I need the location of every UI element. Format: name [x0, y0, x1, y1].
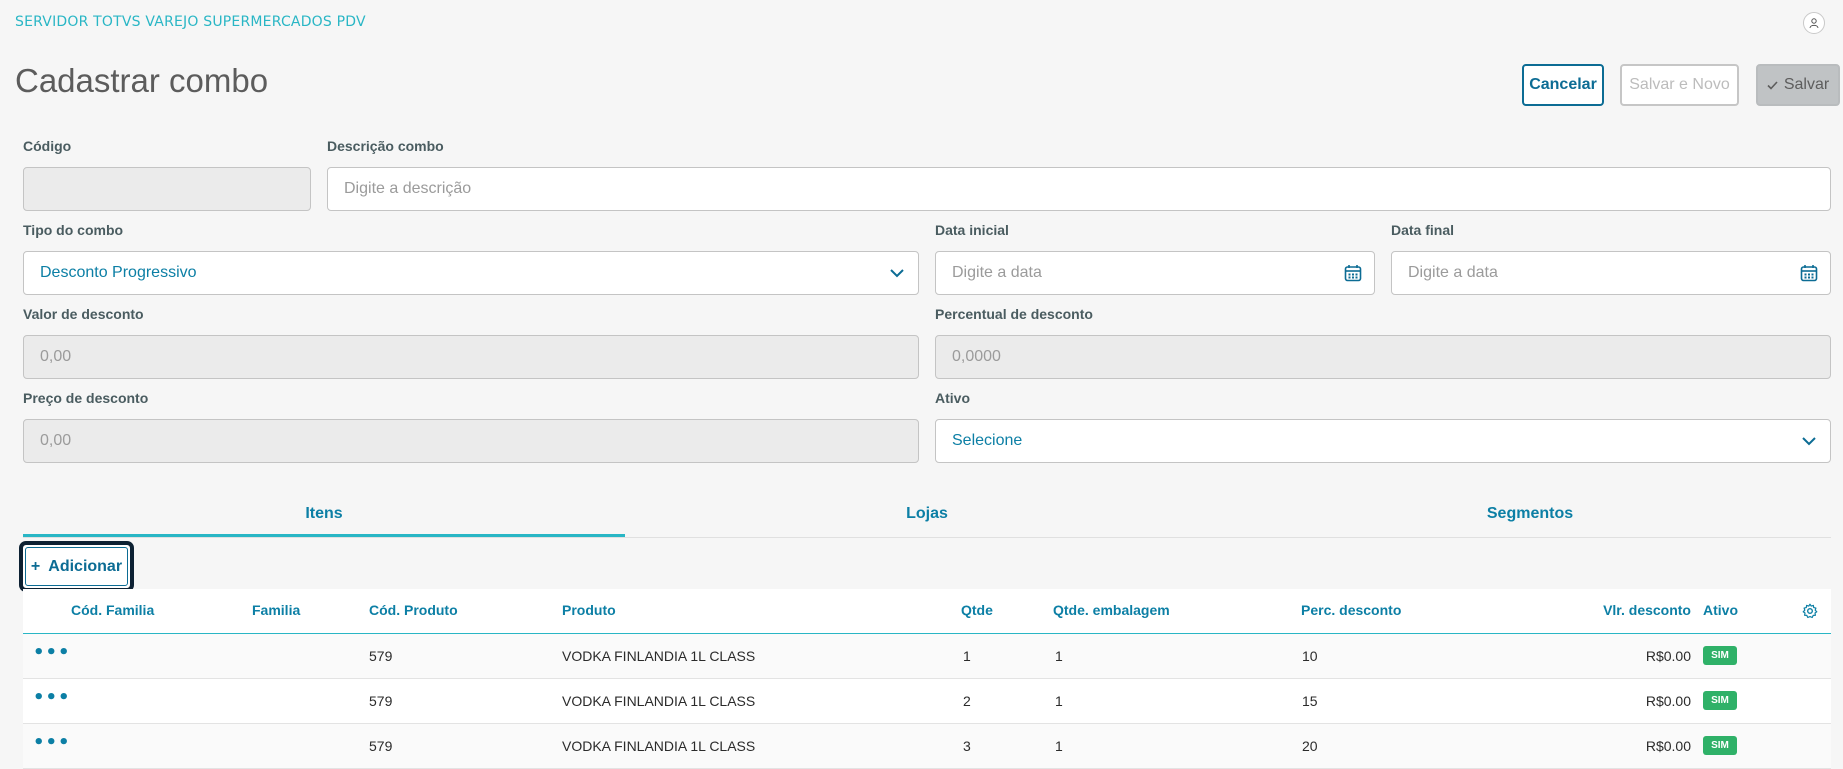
- codigo-field: [23, 167, 311, 211]
- ativo-select[interactable]: Selecione: [935, 419, 1831, 463]
- preco-desconto-field: 0,00: [23, 419, 919, 463]
- tipo-combo-label: Tipo do combo: [23, 222, 124, 238]
- tab-segmentos[interactable]: Segmentos: [1229, 499, 1831, 537]
- col-qtde-embalagem[interactable]: Qtde. embalagem: [1053, 602, 1170, 618]
- cell-vlr-desconto: R$0.00: [1645, 648, 1691, 664]
- percentual-desconto-value: 0,0000: [952, 348, 1001, 365]
- col-cod-produto[interactable]: Cód. Produto: [369, 602, 458, 618]
- page-title: Cadastrar combo: [15, 62, 269, 99]
- tipo-combo-value: Desconto Progressivo: [40, 264, 197, 281]
- tab-lojas[interactable]: Lojas: [626, 499, 1228, 537]
- user-icon[interactable]: [1803, 12, 1825, 34]
- col-ativo[interactable]: Ativo: [1703, 602, 1738, 618]
- tab-itens[interactable]: Itens: [23, 499, 625, 537]
- calendar-icon[interactable]: [1800, 264, 1818, 282]
- col-qtde[interactable]: Qtde: [961, 602, 993, 618]
- data-inicial-label: Data inicial: [935, 222, 1009, 238]
- data-inicial-input[interactable]: Digite a data: [935, 251, 1375, 295]
- descricao-input[interactable]: Digite a descrição: [327, 167, 1831, 211]
- table-header: Cód. Familia Familia Cód. Produto Produt…: [23, 589, 1831, 634]
- status-badge: SIM: [1703, 691, 1737, 710]
- add-button[interactable]: + Adicionar: [19, 541, 134, 592]
- status-badge: SIM: [1703, 646, 1737, 665]
- cell-qtde: 2: [963, 693, 971, 709]
- col-cod-familia[interactable]: Cód. Familia: [71, 602, 154, 618]
- cell-produto: VODKA FINLANDIA 1L CLASS: [562, 693, 756, 709]
- cell-cod-produto: 579: [369, 693, 393, 709]
- items-table: Cód. Familia Familia Cód. Produto Produt…: [23, 589, 1831, 769]
- valor-desconto-field: 0,00: [23, 335, 919, 379]
- cell-perc-desconto: 10: [1302, 648, 1318, 664]
- table-row: ••• 579 VODKA FINLANDIA 1L CLASS 2 1 15 …: [23, 679, 1831, 724]
- save-button[interactable]: Salvar: [1756, 64, 1840, 106]
- save-and-new-button[interactable]: Salvar e Novo: [1620, 64, 1739, 106]
- check-icon: [1767, 80, 1778, 90]
- app-title: SERVIDOR TOTVS VAREJO SUPERMERCADOS PDV: [15, 14, 366, 30]
- ativo-value: Selecione: [952, 432, 1023, 449]
- cell-vlr-desconto: R$0.00: [1645, 738, 1691, 754]
- cell-qtde: 3: [963, 738, 971, 754]
- table-row: ••• 579 VODKA FINLANDIA 1L CLASS 1 1 10 …: [23, 634, 1831, 679]
- plus-icon: +: [30, 557, 41, 575]
- cell-vlr-desconto: R$0.00: [1645, 693, 1691, 709]
- tipo-combo-select[interactable]: Desconto Progressivo: [23, 251, 919, 295]
- cell-perc-desconto: 20: [1302, 738, 1318, 754]
- status-badge: SIM: [1703, 736, 1737, 755]
- descricao-placeholder: Digite a descrição: [344, 180, 472, 197]
- col-perc-desconto[interactable]: Perc. desconto: [1301, 602, 1401, 618]
- cell-qtde-embalagem: 1: [1055, 648, 1063, 664]
- table-row: ••• 579 VODKA FINLANDIA 1L CLASS 3 1 20 …: [23, 724, 1831, 769]
- add-button-inner: + Adicionar: [25, 547, 128, 586]
- cell-perc-desconto: 15: [1302, 693, 1318, 709]
- data-inicial-placeholder: Digite a data: [952, 264, 1042, 281]
- chevron-down-icon: [890, 269, 904, 278]
- col-familia[interactable]: Familia: [252, 602, 300, 618]
- cell-qtde-embalagem: 1: [1055, 693, 1063, 709]
- data-final-input[interactable]: Digite a data: [1391, 251, 1831, 295]
- codigo-label: Código: [23, 138, 72, 154]
- cancel-button[interactable]: Cancelar: [1522, 64, 1604, 106]
- add-button-label: Adicionar: [48, 557, 123, 575]
- cell-produto: VODKA FINLANDIA 1L CLASS: [562, 738, 756, 754]
- cell-qtde: 1: [963, 648, 971, 664]
- valor-desconto-label: Valor de desconto: [23, 306, 144, 322]
- data-final-placeholder: Digite a data: [1408, 264, 1498, 281]
- valor-desconto-value: 0,00: [40, 348, 72, 365]
- more-icon[interactable]: •••: [33, 732, 71, 753]
- percentual-desconto-field: 0,0000: [935, 335, 1831, 379]
- save-button-label: Salvar: [1783, 76, 1830, 93]
- gear-icon[interactable]: [1802, 603, 1818, 619]
- preco-desconto-label: Preço de desconto: [23, 390, 149, 406]
- col-vlr-desconto[interactable]: Vlr. desconto: [1603, 602, 1691, 618]
- more-icon[interactable]: •••: [33, 687, 71, 708]
- more-icon[interactable]: •••: [33, 642, 71, 663]
- cell-cod-produto: 579: [369, 648, 393, 664]
- top-bar: SERVIDOR TOTVS VAREJO SUPERMERCADOS PDV: [0, 0, 1843, 44]
- cell-produto: VODKA FINLANDIA 1L CLASS: [562, 648, 756, 664]
- preco-desconto-value: 0,00: [40, 432, 72, 449]
- col-produto[interactable]: Produto: [562, 602, 616, 618]
- chevron-down-icon: [1802, 437, 1816, 446]
- ativo-label: Ativo: [935, 390, 970, 406]
- cell-qtde-embalagem: 1: [1055, 738, 1063, 754]
- cell-cod-produto: 579: [369, 738, 393, 754]
- descricao-label: Descrição combo: [327, 138, 444, 154]
- percentual-desconto-label: Percentual de desconto: [935, 306, 1093, 322]
- data-final-label: Data final: [1391, 222, 1455, 238]
- tabs-bar: Itens Lojas Segmentos: [23, 499, 1831, 538]
- calendar-icon[interactable]: [1344, 264, 1362, 282]
